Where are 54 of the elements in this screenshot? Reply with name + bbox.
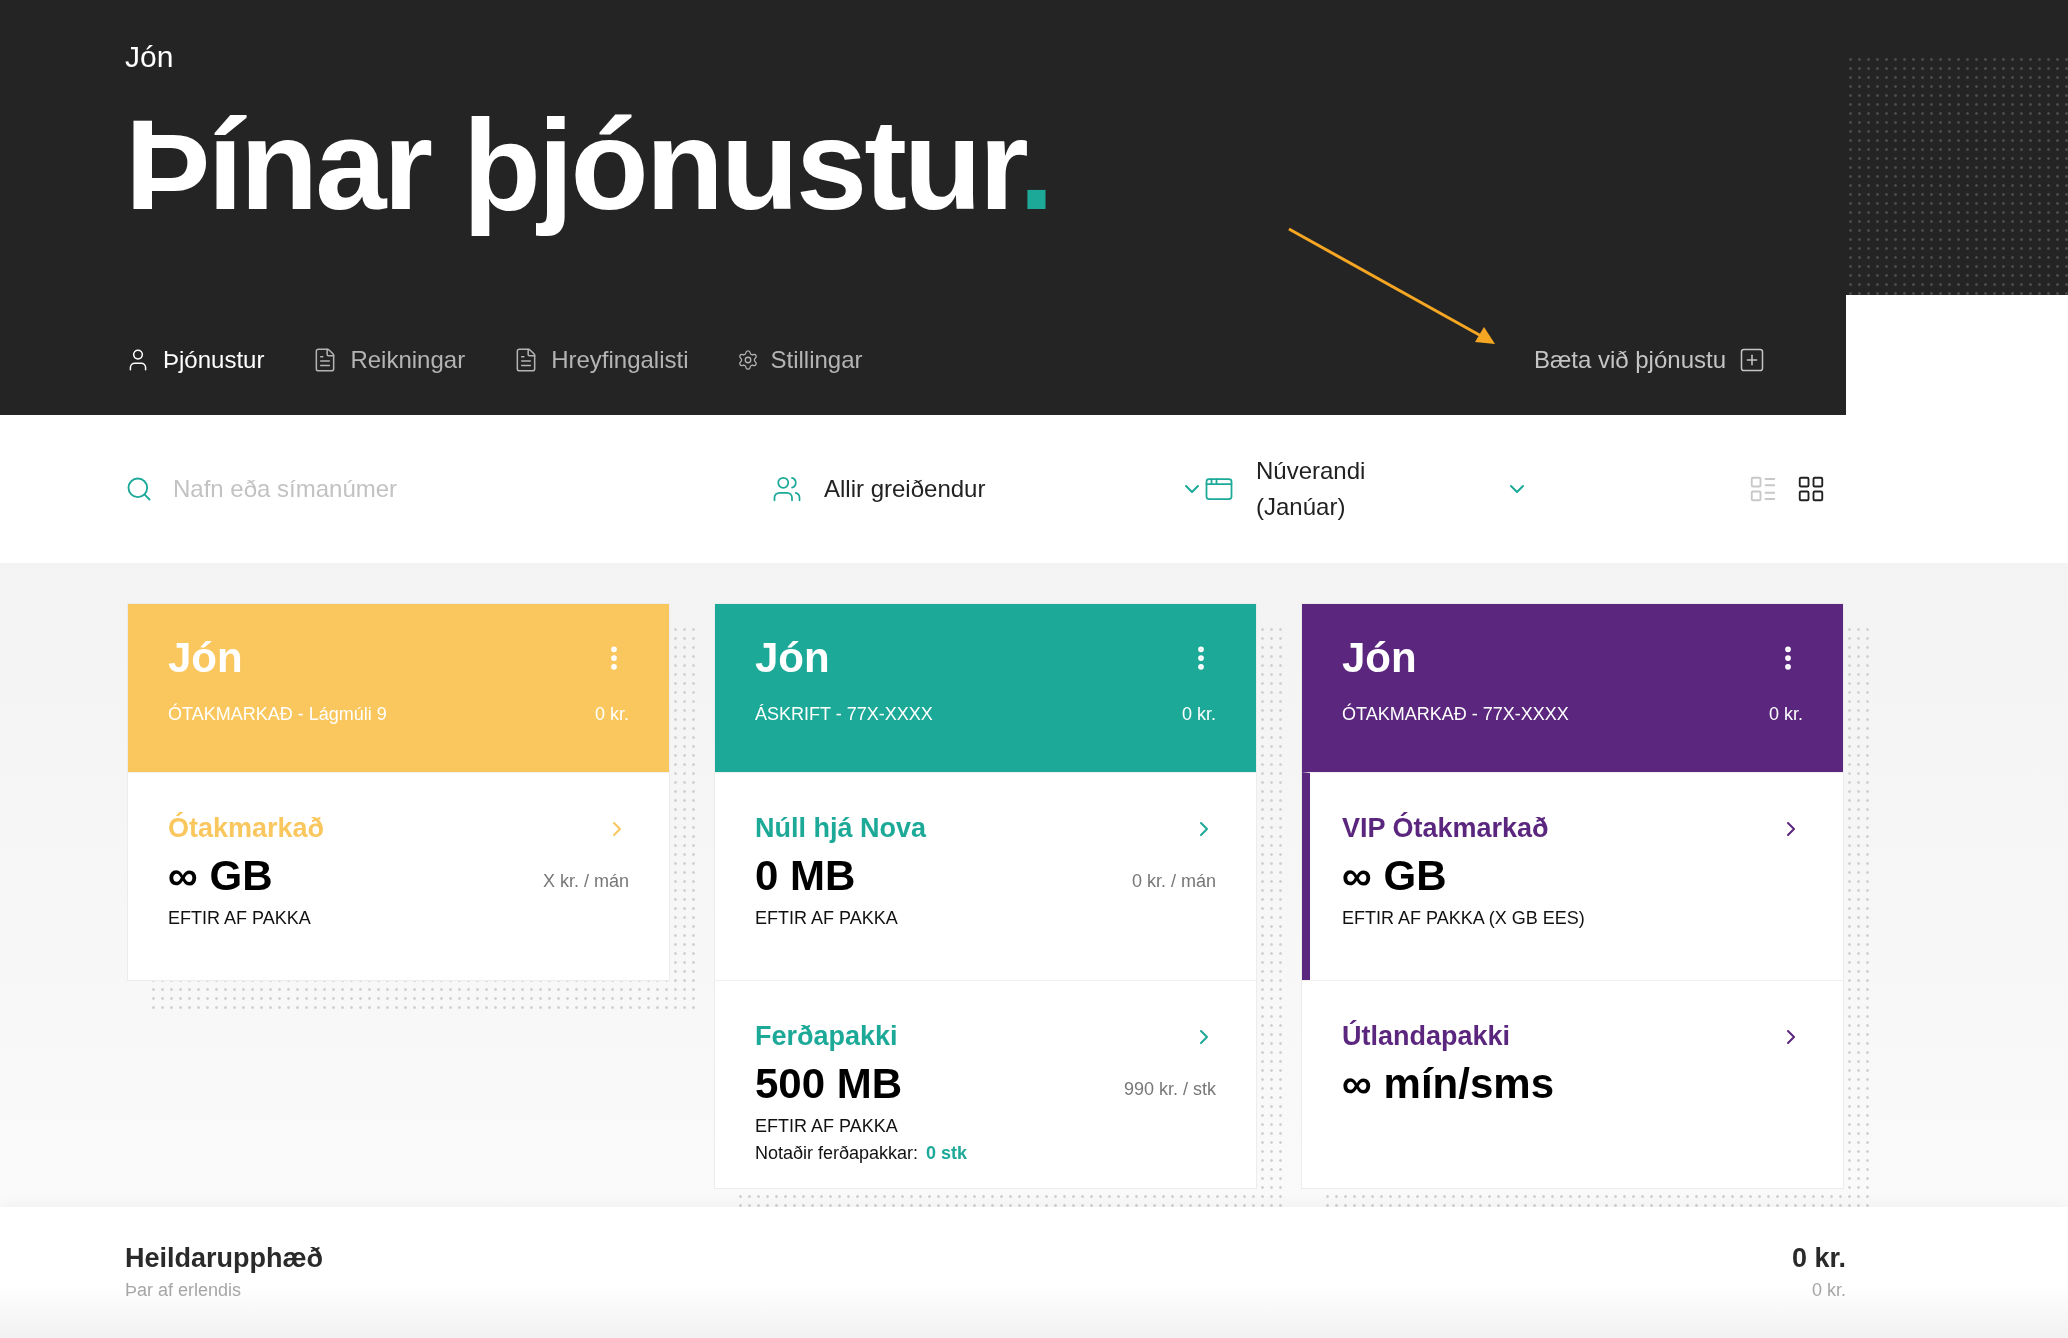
period-dropdown[interactable]: Núverandi (Janúar) [1204,453,1529,525]
card-owner-name: Jón [755,634,830,682]
foreign-amount: 0 kr. [1811,1280,1846,1301]
package-price: 0 kr. / mán [1131,871,1216,893]
package-title: Núll hjá Nova [755,813,927,844]
card-amount: 0 kr. [595,704,629,725]
nav-tab[interactable]: Reikningar [312,346,466,374]
card-subtitle: ÁSKRIFT - 77X-XXXX [755,704,933,725]
package-price: 990 kr. / stk [1123,1079,1216,1101]
grid-view-icon [1796,474,1826,504]
package-label: EFTIR AF PAKKA [755,1116,899,1137]
card-owner-name: Jón [168,634,243,682]
card-amount: 0 kr. [1769,704,1803,725]
plus-square-icon [1738,346,1766,374]
total-label: Heildarupphæð [125,1243,324,1274]
package-value: 500 MB [755,1060,903,1108]
package-row[interactable]: Núll hjá Nova 0 MB 0 kr. / mán EFTIR AF PAKKA [715,772,1256,980]
foreign-label: Þar af erlendis [125,1280,243,1301]
package-row[interactable]: Ótakmarkað ∞ GB X kr. / mán EFTIR AF PAKKA [128,772,669,980]
card-owner-name: Jón [1342,634,1417,682]
view-toggle[interactable] [1796,474,1826,504]
total-amount: 0 kr. [1791,1243,1846,1274]
card-subtitle: ÓTAKMARKAÐ - Lágmúli 9 [168,704,387,725]
package-title: Ótakmarkað [168,813,325,844]
package-row[interactable]: VIP Ótakmarkað ∞ GB EFTIR AF PAKKA (X GB EES) [1302,772,1843,980]
package-value: ∞ GB [1342,852,1447,900]
search-icon [125,475,153,503]
note-value: 0 stk [926,1143,968,1164]
package-title: Ferðapakki [755,1021,898,1052]
package-label: EFTIR AF PAKKA [755,908,899,929]
list-view-icon [1748,474,1778,504]
package-value: ∞ mín/sms [1342,1060,1554,1108]
package-title: VIP Ótakmarkað [1342,813,1549,844]
card-amount: 0 kr. [1182,704,1216,725]
package-value: 0 MB [755,852,856,900]
package-title: Útlandapakki [1342,1021,1511,1052]
package-label: EFTIR AF PAKKA [168,908,312,929]
package-value: ∞ GB [168,852,273,900]
page-title: Þínar þjónustur. [125,92,1052,238]
settings-icon [736,349,759,371]
add-service-link[interactable]: Bæta við þjónustu [1533,346,1766,374]
nav-tab[interactable]: Hreyfingalisti [513,346,689,374]
view-toggle[interactable] [1748,474,1778,504]
users-icon [772,474,802,504]
nav-tab[interactable]: Þjónustur [125,346,265,374]
package-price: X kr. / mán [542,871,629,893]
card-subtitle: ÓTAKMARKAÐ - 77X-XXXX [1342,704,1569,725]
nav-tab[interactable]: Stillingar [736,346,863,374]
package-row[interactable]: Ferðapakki 500 MB 990 kr. / stk EFTIR AF PAKKA Notaðir ferðapakkar: 0 stk [715,980,1256,1188]
user-name: Jón [125,40,175,74]
package-row[interactable]: Útlandapakki ∞ mín/sms [1302,980,1843,1188]
note-label: Notaðir ferðapakkar: [755,1143,919,1164]
package-label: EFTIR AF PAKKA (X GB EES) [1342,908,1586,929]
payer-dropdown[interactable]: Allir greiðendur [772,471,1204,507]
